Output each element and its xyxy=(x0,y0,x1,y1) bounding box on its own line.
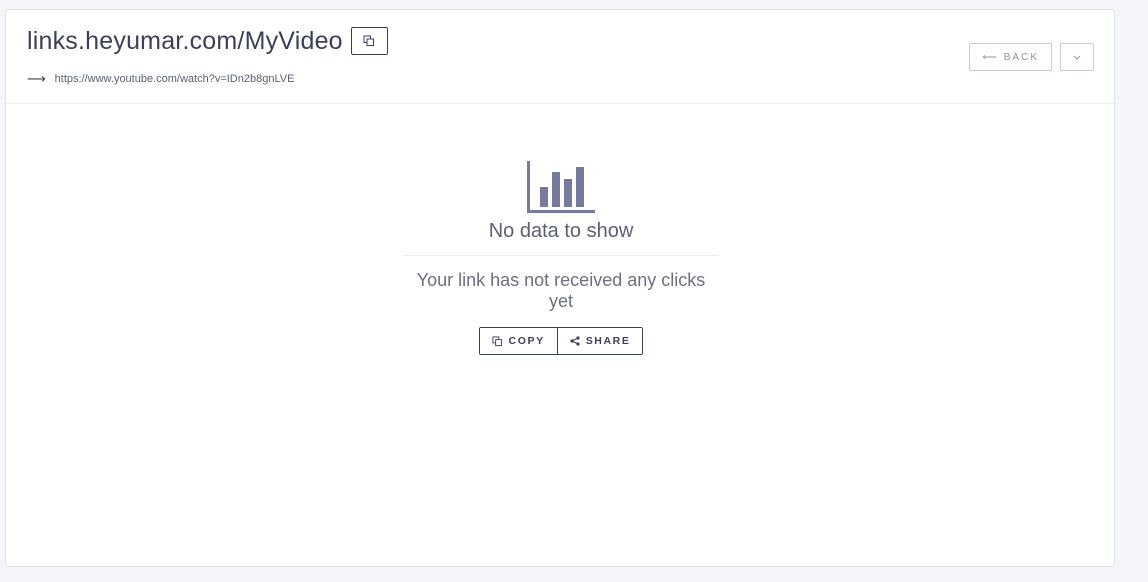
destination-url[interactable]: https://www.youtube.com/watch?v=IDn2b8gn… xyxy=(55,73,295,85)
share-button[interactable]: SHARE xyxy=(556,328,643,354)
copy-button[interactable]: COPY xyxy=(479,328,557,354)
arrow-right-icon: ⟶ xyxy=(27,71,46,86)
empty-state-subtitle: Your link has not received any clicks ye… xyxy=(416,270,706,311)
copy-icon xyxy=(491,335,502,346)
title-row: links.heyumar.com/MyVideo xyxy=(27,26,388,56)
copy-short-url-button[interactable] xyxy=(350,27,388,55)
chevron-down-icon xyxy=(1073,55,1081,60)
short-url-title: links.heyumar.com/MyVideo xyxy=(27,27,343,55)
copy-label: COPY xyxy=(508,335,545,347)
empty-state-title: No data to show xyxy=(403,220,719,256)
bar-chart-icon xyxy=(527,161,595,213)
link-details-card: links.heyumar.com/MyVideo ⟶ https://www.… xyxy=(5,9,1115,567)
more-options-button[interactable] xyxy=(1060,43,1094,71)
back-label: BACK xyxy=(1003,51,1039,63)
arrow-left-icon: ⟵ xyxy=(982,51,999,63)
header-actions: ⟵ BACK xyxy=(969,43,1094,71)
empty-state: No data to show Your link has not receiv… xyxy=(403,160,719,355)
share-label: SHARE xyxy=(585,335,631,347)
copy-icon xyxy=(363,35,375,46)
action-button-group: COPY SHARE xyxy=(478,327,644,355)
link-header: links.heyumar.com/MyVideo ⟶ https://www.… xyxy=(6,10,1114,104)
destination-row: ⟶ https://www.youtube.com/watch?v=IDn2b8… xyxy=(27,71,294,87)
back-button[interactable]: ⟵ BACK xyxy=(969,43,1052,71)
share-icon xyxy=(570,336,580,346)
